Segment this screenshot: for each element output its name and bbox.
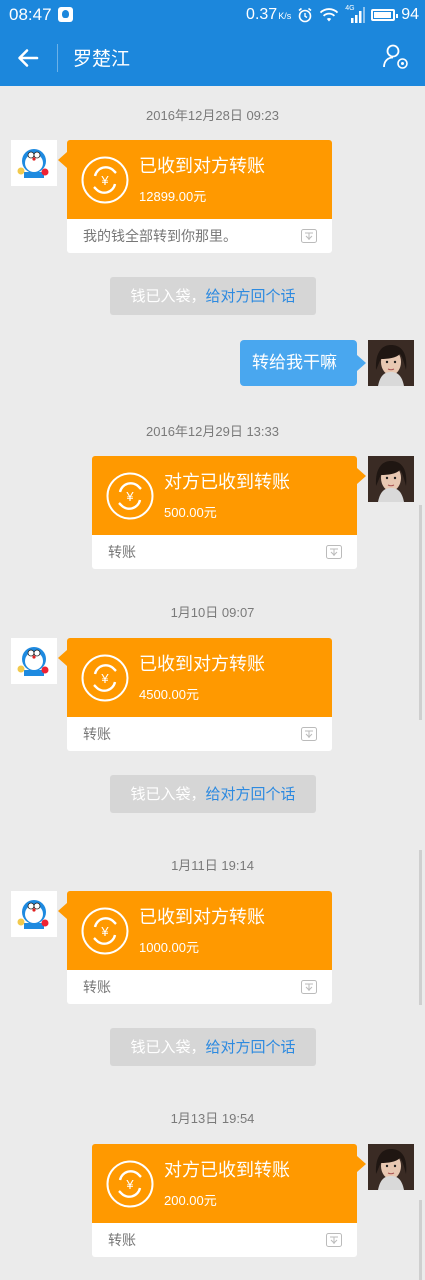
- transfer-note: 转账: [83, 980, 111, 996]
- transfer-amount: 500.00元: [164, 505, 217, 520]
- transfer-card[interactable]: ¥ 已收到对方转账 12899.00元 我的钱全部转到你那里。: [58, 140, 332, 253]
- bubble-tail: [357, 1156, 366, 1172]
- bubble-tail: [58, 650, 67, 666]
- network-speed: 0.37K/s: [246, 6, 292, 23]
- transfer-status: 已收到对方转账: [139, 156, 265, 177]
- qq-wallet-icon: [326, 545, 342, 559]
- timestamp: 1月11日 19:14: [171, 858, 254, 873]
- message-text: 转给我干嘛: [252, 353, 337, 373]
- qq-notification-icon: [58, 7, 73, 22]
- svg-text:¥: ¥: [125, 1177, 134, 1192]
- clock: 08:47: [9, 5, 52, 24]
- alarm-icon: [298, 7, 312, 23]
- system-notice: 钱已入袋，给对方回个话: [110, 775, 316, 813]
- system-notice-text: 钱已入袋，: [130, 287, 206, 305]
- transfer-card[interactable]: ¥ 已收到对方转账 1000.00元 转账: [58, 891, 332, 1004]
- battery-level: 94: [401, 6, 419, 23]
- yuan-transfer-icon: ¥: [81, 654, 129, 702]
- transfer-status: 对方已收到转账: [164, 472, 290, 493]
- status-icons: 0.37K/s 4G 94: [246, 5, 419, 25]
- bubble-tail: [58, 903, 67, 919]
- yuan-transfer-icon: ¥: [81, 907, 129, 955]
- reply-link[interactable]: 给对方回个话: [206, 1038, 296, 1056]
- transfer-note: 转账: [108, 545, 136, 561]
- qq-wallet-icon: [326, 1233, 342, 1247]
- yuan-transfer-icon: ¥: [106, 472, 154, 520]
- transfer-amount: 200.00元: [164, 1193, 217, 1208]
- self-avatar[interactable]: [368, 340, 414, 386]
- transfer-status: 对方已收到转账: [164, 1160, 290, 1181]
- header-divider: [57, 44, 58, 72]
- scrollbar[interactable]: [419, 850, 422, 1005]
- qq-wallet-icon: [301, 229, 317, 243]
- transfer-card[interactable]: ¥ 对方已收到转账 500.00元 转账: [92, 456, 366, 569]
- battery-icon: [371, 9, 399, 21]
- bubble-tail: [357, 355, 366, 371]
- back-arrow-icon[interactable]: [10, 40, 46, 76]
- scrollbar[interactable]: [419, 505, 422, 720]
- transfer-status: 已收到对方转账: [139, 907, 265, 928]
- scrollbar[interactable]: [419, 1200, 422, 1280]
- transfer-note: 转账: [108, 1233, 136, 1249]
- transfer-status: 已收到对方转账: [139, 654, 265, 675]
- system-notice: 钱已入袋，给对方回个话: [110, 277, 316, 315]
- qq-wallet-icon: [301, 727, 317, 741]
- bubble-tail: [58, 152, 67, 168]
- bubble-tail: [357, 468, 366, 484]
- chat-header: 罗楚江: [0, 30, 425, 86]
- transfer-amount: 12899.00元: [139, 189, 207, 204]
- network-speed-unit: K/s: [278, 11, 292, 21]
- transfer-card[interactable]: ¥ 对方已收到转账 200.00元 转账: [92, 1144, 366, 1257]
- svg-text:¥: ¥: [100, 924, 109, 939]
- text-message-bubble[interactable]: 转给我干嘛: [240, 340, 366, 386]
- profile-settings-icon[interactable]: [381, 42, 411, 72]
- contact-avatar[interactable]: [11, 140, 57, 186]
- reply-link[interactable]: 给对方回个话: [206, 287, 296, 305]
- yuan-transfer-icon: ¥: [81, 156, 129, 204]
- system-notice-text: 钱已入袋，: [130, 1038, 206, 1056]
- contact-avatar[interactable]: [11, 638, 57, 684]
- svg-text:¥: ¥: [100, 173, 109, 188]
- transfer-note: 我的钱全部转到你那里。: [83, 229, 237, 245]
- transfer-card[interactable]: ¥ 已收到对方转账 4500.00元 转账: [58, 638, 332, 751]
- qq-wallet-icon: [301, 980, 317, 994]
- transfer-amount: 4500.00元: [139, 687, 199, 702]
- timestamp: 2016年12月29日 13:33: [146, 424, 279, 439]
- signal-icon: 4G: [345, 5, 366, 23]
- reply-link[interactable]: 给对方回个话: [206, 785, 296, 803]
- timestamp: 1月10日 09:07: [170, 605, 255, 620]
- timestamp: 2016年12月28日 09:23: [146, 108, 279, 123]
- timestamp: 1月13日 19:54: [170, 1111, 255, 1126]
- wifi-icon: [320, 8, 339, 22]
- yuan-transfer-icon: ¥: [106, 1160, 154, 1208]
- transfer-amount: 1000.00元: [139, 940, 199, 955]
- transfer-note: 转账: [83, 727, 111, 743]
- self-avatar[interactable]: [368, 456, 414, 502]
- contact-avatar[interactable]: [11, 891, 57, 937]
- self-avatar[interactable]: [368, 1144, 414, 1190]
- system-notice-text: 钱已入袋，: [130, 785, 206, 803]
- chat-title: 罗楚江: [73, 48, 131, 70]
- status-bar: 08:47 0.37K/s 4G 94: [0, 0, 425, 30]
- svg-text:¥: ¥: [125, 489, 134, 504]
- svg-text:¥: ¥: [100, 671, 109, 686]
- system-notice: 钱已入袋，给对方回个话: [110, 1028, 316, 1066]
